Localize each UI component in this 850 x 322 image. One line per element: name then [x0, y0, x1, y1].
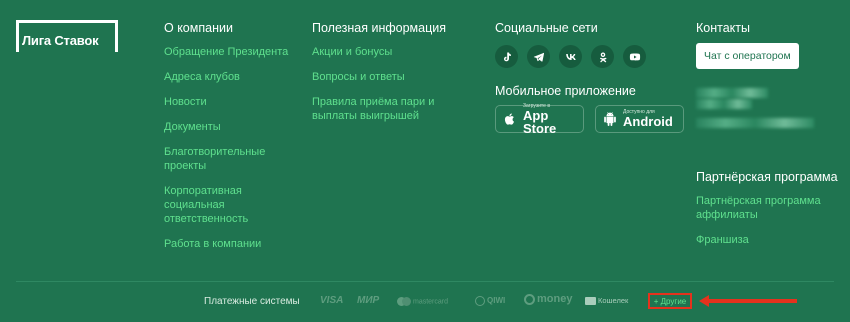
telegram-icon[interactable] — [527, 45, 550, 68]
app-store-big-text: App Store — [523, 107, 557, 136]
link-promotions[interactable]: Акции и бонусы — [312, 45, 462, 59]
app-store-button[interactable]: Загрузите в App Store — [495, 103, 584, 136]
mastercard-icon — [397, 297, 411, 306]
mastercard-logo: mastercard — [397, 297, 448, 306]
blurred-email — [696, 118, 814, 128]
link-charity[interactable]: Благотворительные проекты — [164, 145, 304, 173]
link-csr[interactable]: Корпоративная социальная ответственность — [164, 184, 304, 226]
chat-operator-button[interactable]: Чат с оператором — [696, 43, 799, 69]
partner-column: Партнёрская программа Партнёрская програ… — [696, 170, 838, 258]
link-careers[interactable]: Работа в компании — [164, 237, 304, 251]
koshelek-text: Кошелек — [598, 296, 629, 305]
link-affiliate[interactable]: Партнёрская программа аффилиаты — [696, 194, 836, 222]
link-president-address[interactable]: Обращение Президента — [164, 45, 304, 59]
partner-title: Партнёрская программа — [696, 170, 838, 184]
link-news[interactable]: Новости — [164, 95, 304, 109]
odnoklassniki-icon[interactable] — [591, 45, 614, 68]
wallet-icon — [585, 297, 596, 306]
payments-label: Платежные системы — [204, 296, 300, 307]
apple-icon — [504, 113, 515, 125]
social-title: Социальные сети — [495, 21, 598, 35]
red-arrow-annotation — [699, 295, 797, 307]
qiwi-icon — [475, 296, 485, 306]
link-documents[interactable]: Документы — [164, 120, 304, 134]
qiwi-text: QIWI — [487, 296, 506, 306]
qiwi-logo: QIWI — [475, 296, 505, 306]
android-big-text: Android — [623, 114, 673, 129]
blurred-phone-caption — [696, 99, 752, 109]
useful-column: Полезная информация Акции и бонусы Вопро… — [312, 21, 462, 134]
tiktok-icon[interactable] — [495, 45, 518, 68]
useful-title: Полезная информация — [312, 21, 446, 35]
yoomoney-text: money — [537, 293, 573, 305]
android-button[interactable]: Доступно для Android — [595, 105, 684, 133]
link-rules[interactable]: Правила приёма пари и выплаты выигрышей — [312, 95, 462, 123]
link-franchise[interactable]: Франшиза — [696, 233, 836, 247]
app-buttons: Загрузите в App Store Доступно для Andro… — [495, 103, 690, 136]
blurred-phone — [696, 88, 768, 98]
mastercard-text: mastercard — [413, 298, 449, 306]
yoomoney-icon — [524, 293, 535, 305]
social-icons — [495, 45, 690, 68]
link-club-addresses[interactable]: Адреса клубов — [164, 70, 304, 84]
more-payments-link[interactable]: + Другие — [648, 293, 692, 309]
footer-divider — [16, 281, 834, 282]
about-title: О компании — [164, 21, 233, 35]
vk-icon[interactable] — [559, 45, 582, 68]
logo-text: Лига Ставок — [22, 33, 99, 48]
visa-logo: VISA — [320, 295, 344, 306]
social-column: Социальные сети Мобильное приложение Заг… — [495, 21, 690, 136]
contacts-title: Контакты — [696, 21, 750, 35]
mir-logo: МИР — [357, 295, 380, 306]
android-icon — [604, 112, 616, 126]
contacts-column: Контакты Чат с оператором — [696, 21, 836, 69]
logo[interactable]: Лига Ставок — [16, 20, 118, 52]
about-column: О компании Обращение Президента Адреса к… — [164, 21, 304, 262]
youtube-icon[interactable] — [623, 45, 646, 68]
yoomoney-logo: money — [524, 293, 572, 305]
link-faq[interactable]: Вопросы и ответы — [312, 70, 462, 84]
koshelek-logo: Кошелек — [585, 296, 629, 306]
mobile-app-title: Мобильное приложение — [495, 84, 636, 98]
